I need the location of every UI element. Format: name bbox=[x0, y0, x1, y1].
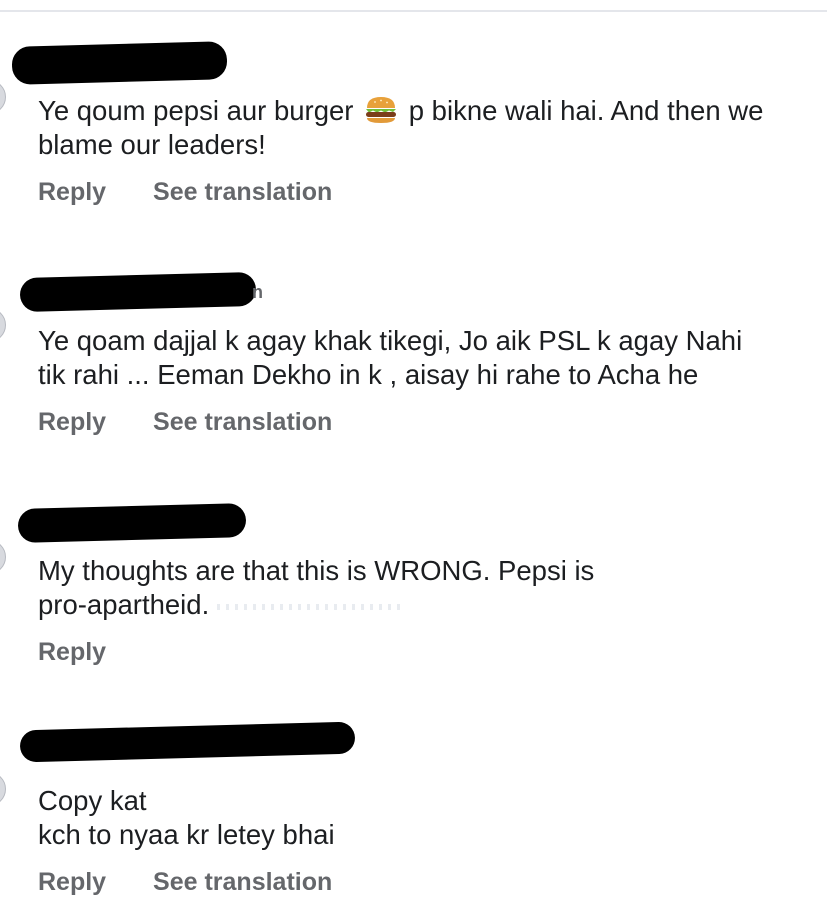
reply-button[interactable]: Reply bbox=[38, 408, 106, 437]
redacted-author-name bbox=[17, 503, 247, 543]
blurred-text bbox=[216, 603, 402, 610]
reply-button[interactable]: Reply bbox=[38, 638, 106, 667]
top-divider bbox=[0, 10, 827, 12]
avatar[interactable] bbox=[0, 540, 6, 574]
redacted-author-name bbox=[19, 721, 356, 763]
redacted-author-name bbox=[19, 271, 257, 313]
see-translation-button[interactable]: See translation bbox=[153, 408, 332, 437]
redacted-author-name bbox=[11, 41, 228, 85]
avatar[interactable] bbox=[0, 80, 6, 114]
comment-actions: Reply See translation bbox=[38, 178, 372, 207]
comment-text: Ye qoam dajjal k agay khak tikegi, Jo ai… bbox=[38, 325, 743, 390]
comment-text: Copy kat kch to nyaa kr letey bhai bbox=[38, 785, 335, 850]
author-name-fragment: n bbox=[252, 282, 264, 302]
reply-button[interactable]: Reply bbox=[38, 868, 106, 897]
comment-text: Ye qoum pepsi aur burger p bikne wali ha… bbox=[38, 94, 763, 162]
avatar[interactable] bbox=[0, 308, 6, 342]
see-translation-button[interactable]: See translation bbox=[153, 178, 332, 207]
comment-actions: Reply See translation bbox=[38, 408, 372, 437]
avatar[interactable] bbox=[0, 772, 6, 806]
comment-actions: Reply See translation bbox=[38, 868, 372, 897]
comment-text: My thoughts are that this is WRONG. Peps… bbox=[38, 554, 594, 622]
reply-button[interactable]: Reply bbox=[38, 178, 106, 207]
comment-actions: Reply bbox=[38, 638, 146, 667]
comment-text-part: My thoughts are that this is WRONG. Peps… bbox=[38, 555, 595, 620]
comment-text-part: Ye qoum pepsi aur burger bbox=[38, 95, 362, 126]
burger-icon bbox=[366, 97, 397, 123]
see-translation-button[interactable]: See translation bbox=[153, 868, 332, 897]
